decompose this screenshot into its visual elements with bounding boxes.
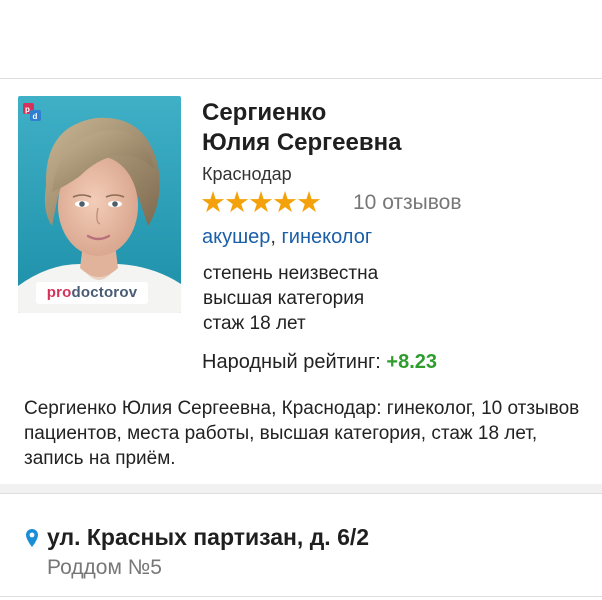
star-icon: ★ [224, 187, 250, 219]
star-icon: ★ [248, 187, 274, 219]
specialties: акушер, гинеколог [202, 224, 372, 250]
section-divider [0, 484, 602, 493]
people-rating-label: Народный рейтинг: [202, 351, 381, 373]
bottom-divider [0, 596, 602, 597]
doctor-surname: Сергиенко [202, 99, 327, 126]
svg-text:p: p [25, 105, 30, 114]
top-bar [0, 0, 602, 78]
star-icon: ★ [272, 187, 298, 219]
specialty-link-gynecologist[interactable]: гинеколог [282, 226, 373, 248]
location-pin-icon [26, 529, 38, 547]
doctor-portrait [18, 96, 181, 313]
clinic-address[interactable]: ул. Красных партизан, д. 6/2 [47, 522, 369, 552]
specialty-link-obstetrician[interactable]: акушер [202, 226, 270, 248]
doctor-given-names: Юлия Сергеевна [202, 129, 402, 156]
degree-text: степень неизвестна [203, 263, 379, 284]
prodoctorov-watermark: prodoctorov [36, 282, 148, 304]
svg-text:d: d [33, 112, 38, 121]
doctor-details: степень неизвестна высшая категория стаж… [203, 261, 378, 336]
specialty-separator: , [270, 226, 276, 248]
people-rating: Народный рейтинг: +8.23 [202, 348, 437, 376]
doctor-city: Краснодар [202, 164, 292, 184]
star-icon: ★ [200, 187, 226, 219]
section-divider-line [0, 493, 602, 494]
reviews-link[interactable]: 10 отзывов [353, 190, 462, 216]
experience-text: стаж 18 лет [203, 313, 306, 334]
top-divider [0, 78, 602, 79]
doctor-photo[interactable]: p d prodoctorov [18, 96, 181, 313]
doctor-description: Сергиенко Юлия Сергеевна, Краснодар: гин… [24, 398, 580, 469]
rating-stars: ★★★★★ [200, 187, 322, 219]
clinic-name[interactable]: Роддом №5 [47, 554, 162, 582]
doctor-name[interactable]: Сергиенко Юлия Сергеевна [202, 98, 401, 158]
people-rating-value: +8.23 [386, 351, 438, 373]
category-text: высшая категория [203, 288, 365, 309]
prodoctorov-badge-icon: p d [23, 103, 41, 121]
star-icon: ★ [296, 187, 322, 219]
